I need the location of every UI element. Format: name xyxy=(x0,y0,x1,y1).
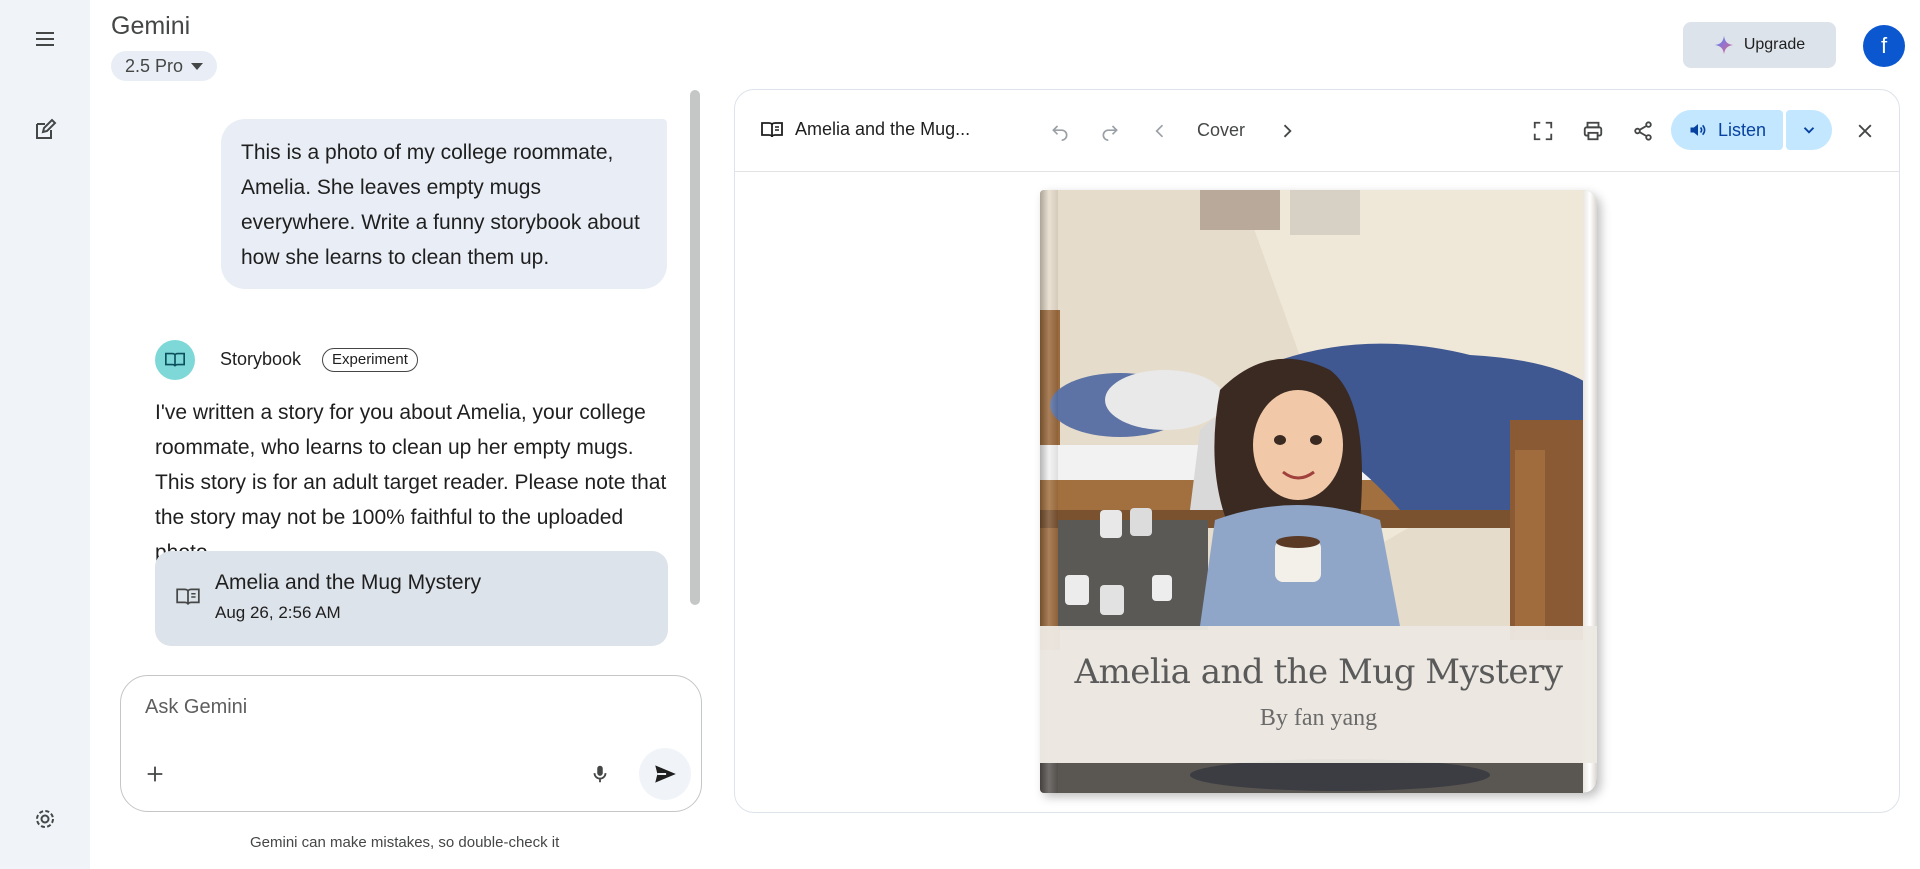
storybook-card[interactable]: Amelia and the Mug Mystery Aug 26, 2:56 … xyxy=(155,551,668,646)
page-indicator: Cover xyxy=(1197,120,1246,140)
chevron-left-icon xyxy=(1155,124,1164,138)
undo-button[interactable] xyxy=(1045,116,1075,146)
book-icon xyxy=(761,122,783,138)
redo-button[interactable] xyxy=(1095,116,1125,146)
card-date: Aug 26, 2:56 AM xyxy=(215,603,341,622)
mic-button[interactable] xyxy=(584,758,616,790)
close-icon xyxy=(1858,124,1872,138)
storybook-panel: Amelia and the Mug... Cover Listen Ameli… xyxy=(734,89,1900,813)
panel-book-icon-wrap xyxy=(759,117,785,143)
new-chat-icon xyxy=(36,118,57,139)
prompt-box xyxy=(120,675,702,812)
bot-message: I've written a story for you about Ameli… xyxy=(155,401,667,564)
new-chat-button[interactable] xyxy=(25,110,65,150)
fullscreen-button[interactable] xyxy=(1527,115,1559,147)
disclaimer: Gemini can make mistakes, so double-chec… xyxy=(250,834,560,851)
book-cover[interactable]: Amelia and the Mug Mystery By fan yang xyxy=(1040,190,1597,793)
close-panel-button[interactable] xyxy=(1849,115,1881,147)
account-avatar[interactable]: f xyxy=(1863,25,1905,67)
cover-author: By fan yang xyxy=(1259,705,1378,731)
send-icon xyxy=(655,765,676,783)
plus-icon xyxy=(147,766,163,782)
caret-down-icon xyxy=(191,62,204,70)
listen-options-button[interactable] xyxy=(1786,110,1832,150)
book-icon xyxy=(176,588,200,605)
share-icon xyxy=(1634,121,1652,141)
model-label: 2.5 Pro xyxy=(125,55,184,76)
cover-title: Amelia and the Mug Mystery xyxy=(1074,652,1563,692)
menu-button[interactable] xyxy=(25,19,65,59)
print-button[interactable] xyxy=(1577,115,1609,147)
settings-icon xyxy=(36,810,54,828)
book-icon xyxy=(165,352,185,367)
bot-name: Storybook xyxy=(220,349,302,369)
cover-title-band xyxy=(1040,626,1597,763)
settings-button[interactable] xyxy=(25,799,65,839)
listen-button[interactable]: Listen xyxy=(1671,110,1783,150)
menu-icon xyxy=(36,32,54,46)
app-title: Gemini xyxy=(111,12,191,40)
model-selector[interactable]: 2.5 Pro xyxy=(111,51,218,81)
chevron-right-icon xyxy=(1283,124,1292,138)
share-button[interactable] xyxy=(1627,115,1659,147)
chat-scrollbar[interactable] xyxy=(690,90,700,605)
chevron-down-icon xyxy=(1803,127,1815,134)
print-icon xyxy=(1583,121,1603,141)
sparkle-icon xyxy=(1714,35,1733,55)
send-button[interactable] xyxy=(639,748,691,800)
undo-icon xyxy=(1052,125,1068,141)
prompt-input[interactable] xyxy=(145,696,665,719)
mic-icon xyxy=(593,765,607,783)
fullscreen-icon xyxy=(1533,121,1553,141)
listen-label: Listen xyxy=(1717,119,1767,140)
next-page-button[interactable] xyxy=(1272,116,1302,146)
add-button[interactable] xyxy=(139,758,171,790)
experiment-badge: Experiment xyxy=(322,348,418,372)
speaker-icon xyxy=(1690,124,1706,136)
panel-title: Amelia and the Mug... xyxy=(795,119,971,139)
upgrade-label: Upgrade xyxy=(1743,36,1806,53)
card-title: Amelia and the Mug Mystery xyxy=(215,571,482,594)
user-message: This is a photo of my college roommate, … xyxy=(221,119,667,289)
side-rail xyxy=(0,0,90,869)
upgrade-button[interactable]: Upgrade xyxy=(1683,22,1836,68)
panel-toolbar: Amelia and the Mug... Cover Listen xyxy=(735,90,1899,172)
redo-icon xyxy=(1102,125,1118,141)
prev-page-button[interactable] xyxy=(1145,116,1175,146)
storybook-avatar xyxy=(155,340,195,380)
